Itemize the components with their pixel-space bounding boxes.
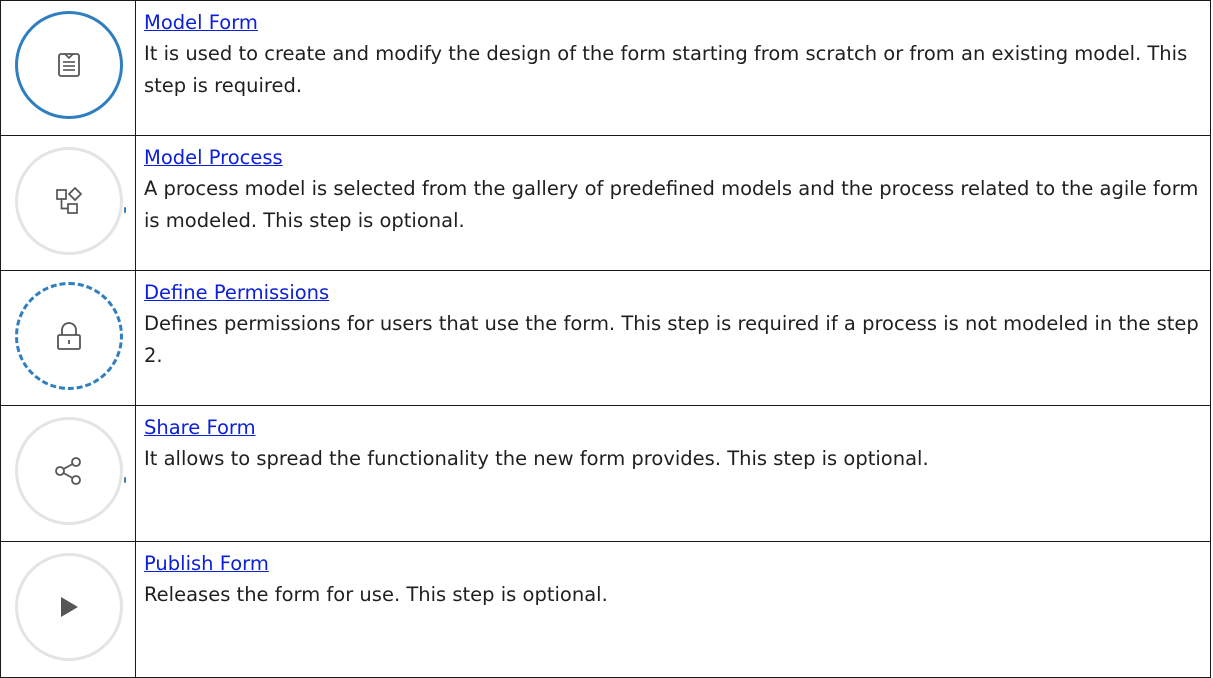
step-description: It is used to create and modify the desi…: [144, 42, 1188, 97]
step-text-cell: Define Permissions Defines permissions f…: [135, 270, 1211, 406]
step-icon-cell: [0, 270, 136, 406]
step-row-model-process: Model Process A process model is selecte…: [0, 135, 1211, 271]
step-icon-cell: [0, 135, 136, 271]
form-icon: [58, 53, 80, 77]
step-row-publish-form: Publish Form Releases the form for use. …: [0, 541, 1211, 678]
step-row-model-form: Model Form It is used to create and modi…: [0, 0, 1211, 136]
step-text-cell: Model Form It is used to create and modi…: [135, 0, 1211, 136]
step-description: Defines permissions for users that use t…: [144, 312, 1199, 367]
connector-mark: [124, 207, 126, 213]
step-text-cell: Share Form It allows to spread the funct…: [135, 405, 1211, 542]
step-row-share-form: Share Form It allows to spread the funct…: [0, 405, 1211, 542]
publish-form-link[interactable]: Publish Form: [144, 548, 1204, 579]
step-text-cell: Publish Form Releases the form for use. …: [135, 541, 1211, 678]
share-form-link[interactable]: Share Form: [144, 412, 1204, 443]
step-status-circle[interactable]: [15, 417, 123, 525]
share-icon: [55, 457, 81, 485]
step-status-circle[interactable]: [15, 282, 123, 390]
step-status-circle[interactable]: [15, 147, 123, 255]
step-description: A process model is selected from the gal…: [144, 177, 1199, 232]
step-icon-cell: [0, 405, 136, 542]
define-permissions-link[interactable]: Define Permissions: [144, 277, 1204, 308]
model-form-link[interactable]: Model Form: [144, 7, 1204, 38]
step-status-circle[interactable]: [15, 553, 123, 661]
step-icon-cell: [0, 541, 136, 678]
step-description: It allows to spread the functionality th…: [144, 447, 929, 470]
step-description: Releases the form for use. This step is …: [144, 583, 608, 606]
steps-table: Model Form It is used to create and modi…: [0, 0, 1211, 678]
connector-mark: [124, 477, 126, 483]
model-process-link[interactable]: Model Process: [144, 142, 1204, 173]
step-row-define-permissions: Define Permissions Defines permissions f…: [0, 270, 1211, 406]
lock-icon: [57, 322, 81, 350]
step-icon-cell: [0, 0, 136, 136]
process-shapes-icon: [56, 187, 83, 214]
step-status-circle[interactable]: [15, 11, 123, 119]
play-icon: [61, 597, 78, 617]
step-text-cell: Model Process A process model is selecte…: [135, 135, 1211, 271]
